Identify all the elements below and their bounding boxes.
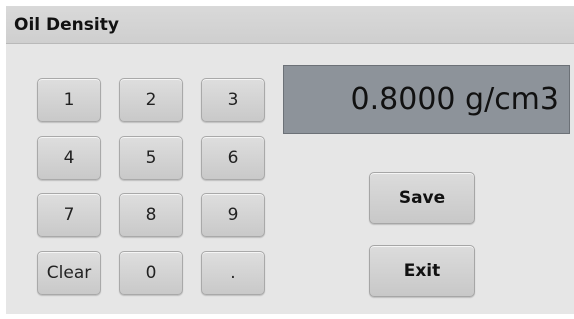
title-bar: Oil Density [6, 6, 574, 44]
key-3[interactable]: 3 [201, 78, 265, 122]
exit-button[interactable]: Exit [369, 245, 475, 297]
key-6[interactable]: 6 [201, 136, 265, 180]
oil-density-screen: Oil Density 1 2 3 4 5 6 7 8 9 Clear 0 . … [0, 0, 574, 319]
key-5[interactable]: 5 [119, 136, 183, 180]
density-value: 0.8000 g/cm3 [350, 82, 559, 117]
save-button[interactable]: Save [369, 172, 475, 224]
clear-key[interactable]: Clear [37, 251, 101, 295]
key-8[interactable]: 8 [119, 193, 183, 237]
key-2[interactable]: 2 [119, 78, 183, 122]
key-7[interactable]: 7 [37, 193, 101, 237]
page-title: Oil Density [14, 15, 119, 35]
key-4[interactable]: 4 [37, 136, 101, 180]
decimal-point-key[interactable]: . [201, 251, 265, 295]
density-value-display: 0.8000 g/cm3 [283, 65, 570, 134]
key-0[interactable]: 0 [119, 251, 183, 295]
key-9[interactable]: 9 [201, 193, 265, 237]
key-1[interactable]: 1 [37, 78, 101, 122]
